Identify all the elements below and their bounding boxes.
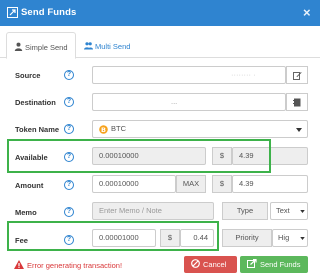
amount-input[interactable]: 0.00010000 <box>92 175 176 193</box>
send-icon <box>247 258 257 268</box>
source-label: Source <box>15 71 41 80</box>
dialog-title: Send Funds <box>21 7 77 18</box>
help-icon[interactable]: ? <box>64 124 74 134</box>
available-highlight <box>7 139 271 173</box>
memo-type-value: Text <box>276 206 290 215</box>
memo-input[interactable]: Enter Memo / Note <box>92 202 214 220</box>
send-funds-button[interactable]: Send Funds <box>240 256 308 273</box>
users-icon <box>84 42 93 50</box>
caret-down-icon <box>296 128 302 132</box>
max-label: MAX <box>182 179 200 188</box>
help-icon[interactable]: ? <box>64 70 74 80</box>
token-name-label: Token Name <box>15 125 60 134</box>
destination-value: ... <box>171 97 178 106</box>
source-value: ········ · <box>231 70 256 79</box>
address-book-button[interactable] <box>286 93 308 111</box>
tab-multi-send[interactable]: Multi Send <box>84 32 164 58</box>
usd-addon: $ <box>212 175 232 193</box>
memo-placeholder: Enter Memo / Note <box>99 206 162 215</box>
caret-down-icon <box>300 237 305 240</box>
destination-field[interactable]: ... <box>92 93 286 111</box>
tab-label: Simple Send <box>25 43 68 52</box>
svg-text:B: B <box>101 126 106 134</box>
amount-usd-value: 4.39 <box>239 179 254 188</box>
tab-simple-send[interactable]: Simple Send <box>6 32 76 59</box>
priority-value: Hig <box>278 233 290 242</box>
user-icon <box>14 42 23 51</box>
error-message: Error generating transaction! <box>14 260 122 270</box>
cancel-label: Cancel <box>203 260 227 269</box>
currency-symbol: $ <box>219 179 225 188</box>
send-label: Send Funds <box>260 260 301 269</box>
dialog-titlebar: Send Funds × <box>0 0 320 26</box>
priority-label: Priority <box>235 233 259 242</box>
memo-type-select[interactable]: Text <box>270 202 308 220</box>
type-label: Type <box>236 206 254 215</box>
help-icon[interactable]: ? <box>64 207 74 217</box>
memo-label: Memo <box>15 208 37 217</box>
destination-label: Destination <box>15 98 56 107</box>
priority-select[interactable]: Hig <box>272 229 308 247</box>
warning-icon <box>14 260 24 269</box>
edit-icon <box>292 72 302 80</box>
tab-bar: Simple Send Multi Send <box>0 32 320 59</box>
fee-highlight <box>7 221 219 251</box>
cancel-icon <box>191 259 200 268</box>
help-icon[interactable]: ? <box>64 97 74 107</box>
amount-label: Amount <box>15 181 44 190</box>
amount-usd-input[interactable]: 4.39 <box>232 175 308 193</box>
max-button[interactable]: MAX <box>176 175 206 193</box>
bitcoin-icon: B <box>99 125 108 134</box>
error-text: Error generating transaction! <box>27 261 123 270</box>
caret-down-icon <box>300 210 305 213</box>
memo-type-label: Type <box>222 202 268 220</box>
token-select[interactable]: B BTC <box>92 120 308 138</box>
amount-value: 0.00010000 <box>99 179 139 188</box>
address-book-icon <box>293 98 301 107</box>
token-value: BTC <box>111 124 126 133</box>
tab-label: Multi Send <box>95 42 131 51</box>
priority-label-box: Priority <box>222 229 272 247</box>
source-field[interactable]: ········ · <box>92 66 286 84</box>
edit-source-button[interactable] <box>286 66 308 84</box>
cancel-button[interactable]: Cancel <box>184 256 237 273</box>
close-icon[interactable]: × <box>303 5 311 20</box>
send-icon <box>7 7 18 18</box>
help-icon[interactable]: ? <box>64 180 74 190</box>
